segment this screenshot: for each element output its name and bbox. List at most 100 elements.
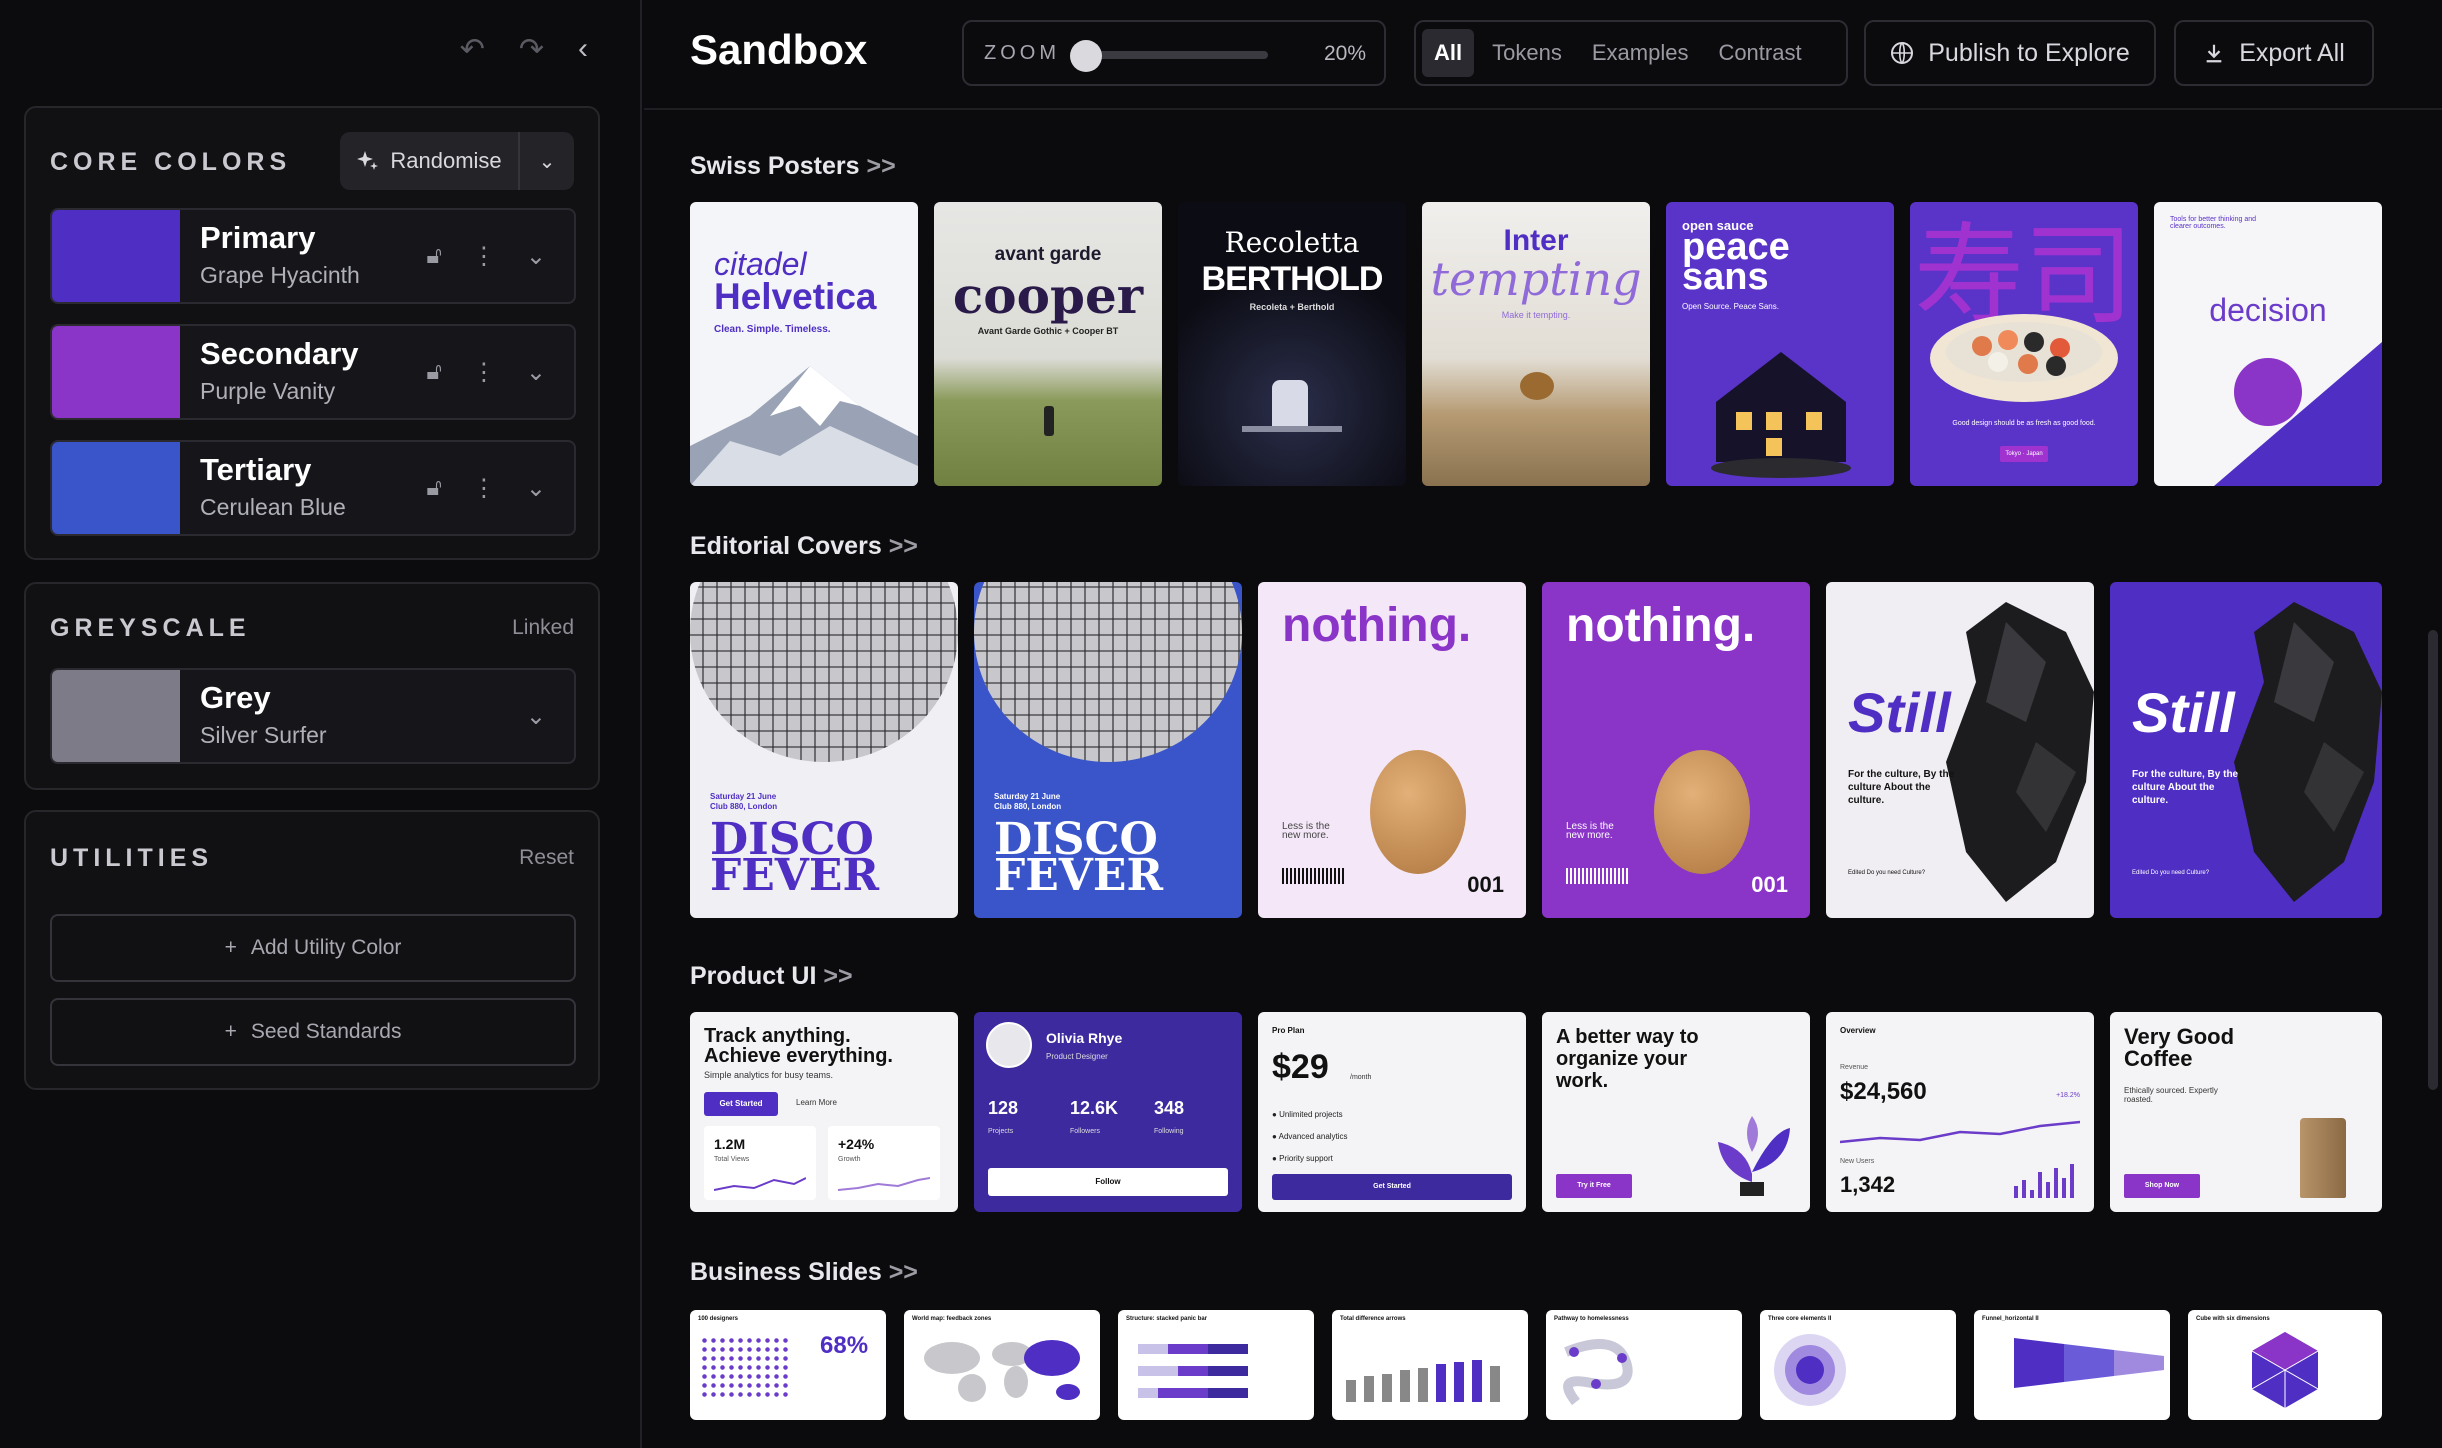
- product-card-overview[interactable]: Overview Revenue $24,560 +18.2% New User…: [1826, 1012, 2094, 1212]
- new-users-label: New Users: [1840, 1158, 1875, 1165]
- slide-funnel[interactable]: Funnel_horizontal II: [1974, 1310, 2170, 1420]
- slide-core-elements[interactable]: Three core elements II: [1760, 1310, 1956, 1420]
- plan-name: Pro Plan: [1272, 1026, 1305, 1035]
- poster-peace-sans[interactable]: open sauce peace sans Open Source. Peace…: [1666, 202, 1894, 486]
- poster-line: tempting: [1430, 252, 1642, 306]
- undo-icon[interactable]: ↶: [460, 32, 485, 67]
- more-icon[interactable]: ⋮: [472, 242, 496, 271]
- plan-cta-button: Get Started: [1272, 1174, 1512, 1200]
- poster-inter[interactable]: Inter tempting Make it tempting.: [1422, 202, 1650, 486]
- slide-world-map[interactable]: World map: feedback zones: [904, 1310, 1100, 1420]
- poster-line: Clean. Simple. Timeless.: [714, 324, 831, 335]
- color-row-grey[interactable]: Grey Silver Surfer ⌄: [50, 668, 576, 764]
- more-icon[interactable]: ⋮: [472, 358, 496, 387]
- plan-feature-text: Priority support: [1279, 1154, 1333, 1163]
- slide-pathway[interactable]: Pathway to homelessness: [1546, 1310, 1742, 1420]
- product-card-analytics[interactable]: Track anything. Achieve everything. Simp…: [690, 1012, 958, 1212]
- seed-standards-button[interactable]: + Seed Standards: [50, 998, 576, 1066]
- publish-button[interactable]: Publish to Explore: [1864, 20, 2156, 86]
- cover-foot: Edited Do you need Culture?: [2132, 870, 2210, 876]
- cover-disco-fever-light[interactable]: Saturday 21 June Club 880, London DISCO …: [690, 582, 958, 918]
- metric-card: +24% Growth: [828, 1126, 940, 1200]
- sparkle-icon: [357, 151, 379, 170]
- cover-nothing-purple[interactable]: nothing. Less is the new more. 001: [1542, 582, 1810, 918]
- zoom-slider-handle[interactable]: [1070, 40, 1102, 72]
- zoom-slider-track[interactable]: [1074, 51, 1268, 59]
- section-swiss-posters[interactable]: Swiss Posters >>: [690, 152, 896, 181]
- lock-icon[interactable]: 🔓︎: [426, 474, 442, 502]
- product-card-organize[interactable]: A better way to organize your work. Try …: [1542, 1012, 1810, 1212]
- reset-button[interactable]: Reset: [519, 846, 574, 870]
- people-dots: [700, 1336, 790, 1400]
- poster-line: cooper: [952, 266, 1144, 325]
- poster-decision[interactable]: Tools for better thinking and clearer ou…: [2154, 202, 2382, 486]
- more-icon[interactable]: ⋮: [472, 474, 496, 503]
- poster-helvetica[interactable]: citadel Helvetica Clean. Simple. Timeles…: [690, 202, 918, 486]
- avatar: [986, 1022, 1032, 1068]
- plus-icon: +: [224, 936, 237, 959]
- randomise-button[interactable]: Randomise: [340, 132, 520, 190]
- left-sidebar: ↶ ↷ ‹ CORE COLORS Randomise ⌄ Primary Gr…: [0, 0, 642, 1448]
- export-label: Export All: [2239, 38, 2345, 67]
- profile-stat-label: Projects: [988, 1128, 1014, 1135]
- slide-stacked-bar[interactable]: Structure: stacked panic bar: [1118, 1310, 1314, 1420]
- product-card-coffee[interactable]: Very Good Coffee Ethically sourced. Expe…: [2110, 1012, 2382, 1212]
- zoom-value: 20%: [1323, 42, 1366, 65]
- header: Sandbox ZOOM 20% All Tokens Examples Con…: [644, 0, 2442, 110]
- color-row-tertiary[interactable]: Tertiary Cerulean Blue 🔓︎ ⋮ ⌄: [50, 440, 576, 536]
- export-all-button[interactable]: Export All: [2174, 20, 2374, 86]
- profile-stat: 12.6K: [1070, 1098, 1119, 1118]
- cover-date: Saturday 21 June: [994, 792, 1061, 801]
- lock-icon[interactable]: 🔓︎: [426, 242, 442, 270]
- section-business-slides[interactable]: Business Slides >>: [690, 1258, 918, 1287]
- section-editorial-covers[interactable]: Editorial Covers >>: [690, 532, 918, 561]
- color-row-secondary[interactable]: Secondary Purple Vanity 🔓︎ ⋮ ⌄: [50, 324, 576, 420]
- tab-tokens[interactable]: Tokens: [1480, 29, 1574, 77]
- add-utility-color-button[interactable]: + Add Utility Color: [50, 914, 576, 982]
- primary-swatch[interactable]: [52, 210, 180, 302]
- randomise-dropdown-chevron-icon[interactable]: ⌄: [520, 149, 574, 174]
- chevron-down-icon[interactable]: ⌄: [526, 358, 546, 387]
- seed-standards-label: Seed Standards: [250, 1020, 402, 1043]
- cover-still-purple[interactable]: Still For the culture, By the culture Ab…: [2110, 582, 2382, 918]
- egg-image: [1654, 750, 1750, 874]
- slide-designers[interactable]: 100 designers 68%: [690, 1310, 886, 1420]
- slide-percent: 68%: [820, 1332, 869, 1359]
- product-cta: Try it Free: [1556, 1174, 1632, 1198]
- secondary-swatch[interactable]: [52, 326, 180, 418]
- redo-icon[interactable]: ↷: [519, 32, 544, 67]
- profile-name: Olivia Rhye: [1046, 1030, 1123, 1046]
- disco-ball-grid: [690, 582, 958, 762]
- lock-icon[interactable]: 🔓︎: [426, 358, 442, 386]
- linked-label[interactable]: Linked: [512, 616, 574, 640]
- cover-body: For the culture, By the culture About th…: [2132, 769, 2239, 806]
- slide-cube[interactable]: Cube with six dimensions: [2188, 1310, 2382, 1420]
- slide-difference-arrows[interactable]: Total difference arrows: [1332, 1310, 1528, 1420]
- cover-disco-fever-blue[interactable]: Saturday 21 June Club 880, London DISCO …: [974, 582, 1242, 918]
- cover-line: nothing.: [1566, 599, 1756, 652]
- cover-line: FEVER: [994, 850, 1164, 901]
- plus-icon: +: [224, 1020, 237, 1043]
- tab-examples[interactable]: Examples: [1580, 29, 1701, 77]
- poster-recoletta[interactable]: Recoletta BERTHOLD Recoleta + Berthold: [1178, 202, 1406, 486]
- color-row-primary[interactable]: Primary Grape Hyacinth 🔓︎ ⋮ ⌄: [50, 208, 576, 304]
- tab-all[interactable]: All: [1422, 29, 1475, 77]
- poster-cooper[interactable]: avant garde cooper Avant Garde Gothic + …: [934, 202, 1162, 486]
- chevron-down-icon[interactable]: ⌄: [526, 242, 546, 271]
- product-card-profile[interactable]: Olivia Rhye Product Designer 128 Project…: [974, 1012, 1242, 1212]
- tab-contrast[interactable]: Contrast: [1706, 29, 1813, 77]
- cover-line: FEVER: [710, 850, 880, 901]
- main-scrollbar[interactable]: [2428, 630, 2438, 1090]
- core-colors-title: CORE COLORS: [50, 148, 292, 176]
- cover-nothing-light[interactable]: nothing. Less is the new more. 001: [1258, 582, 1526, 918]
- poster-sushi[interactable]: 寿司 Good design should be as fresh as goo…: [1910, 202, 2138, 486]
- cover-still-light[interactable]: Still For the culture, By the culture Ab…: [1826, 582, 2094, 918]
- color-name: Secondary: [200, 336, 359, 371]
- chevron-down-icon[interactable]: ⌄: [526, 702, 546, 731]
- grey-swatch[interactable]: [52, 670, 180, 762]
- chevron-down-icon[interactable]: ⌄: [526, 474, 546, 503]
- collapse-sidebar-icon[interactable]: ‹: [578, 32, 588, 67]
- section-product-ui[interactable]: Product UI >>: [690, 962, 853, 991]
- product-card-pricing[interactable]: Pro Plan $29 /month ● Unlimited projects…: [1258, 1012, 1526, 1212]
- tertiary-swatch[interactable]: [52, 442, 180, 534]
